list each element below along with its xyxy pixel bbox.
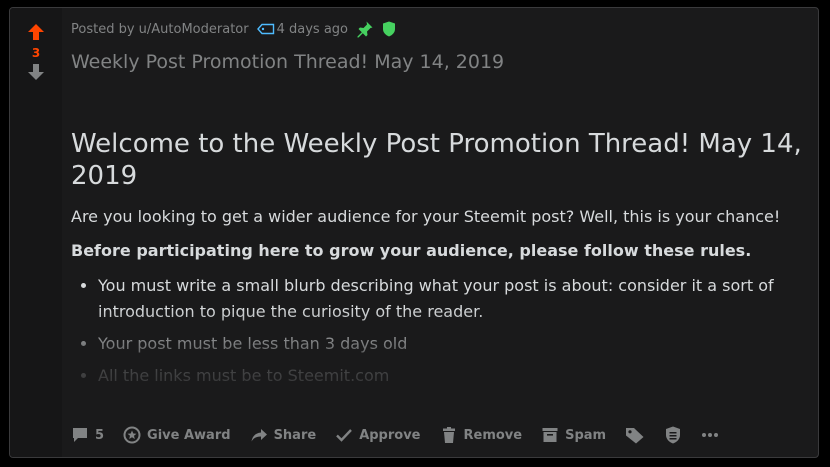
pin-icon <box>356 20 374 38</box>
rules-intro: Before participating here to grow your a… <box>71 241 752 260</box>
comments-count: 5 <box>95 427 105 443</box>
shield-list-icon <box>666 426 681 444</box>
mod-shield-icon <box>382 21 396 37</box>
post-title[interactable]: Weekly Post Promotion Thread! May 14, 20… <box>71 51 504 73</box>
spam-button[interactable]: Spam <box>541 426 606 444</box>
comments-button[interactable]: 5 <box>71 426 104 444</box>
vote-column: 3 <box>10 8 62 457</box>
approve-button[interactable]: Approve <box>335 426 421 444</box>
rule-item: All the links must be to Steemit.com <box>98 363 808 389</box>
action-bar: 5 Give Award Share Approve Remove Spam <box>71 426 738 444</box>
body-heading: Welcome to the Weekly Post Promotion Thr… <box>71 129 802 191</box>
comment-icon <box>73 428 87 442</box>
spam-label: Spam <box>565 427 607 443</box>
flair-button[interactable] <box>625 426 645 444</box>
post-main: Posted by u/AutoModerator 4 days ago Wee… <box>71 8 808 457</box>
more-options-button[interactable] <box>701 426 719 444</box>
flair-tag-icon[interactable] <box>256 23 275 35</box>
award-icon <box>123 426 141 444</box>
upvote-button[interactable] <box>26 22 46 42</box>
share-icon <box>251 429 267 442</box>
remove-button[interactable]: Remove <box>440 426 523 444</box>
mod-shield-button[interactable] <box>664 426 682 444</box>
downvote-arrow-icon <box>28 64 44 80</box>
approve-label: Approve <box>359 427 421 443</box>
rule-item: Your post must be less than 3 days old <box>98 331 808 357</box>
spam-icon <box>542 428 558 442</box>
tag-icon <box>626 428 644 444</box>
share-label: Share <box>273 427 317 443</box>
give-award-label: Give Award <box>147 427 231 443</box>
post-meta: Posted by u/AutoModerator 4 days ago <box>71 20 396 38</box>
downvote-button[interactable] <box>26 62 46 82</box>
remove-label: Remove <box>463 427 523 443</box>
give-award-button[interactable]: Give Award <box>123 426 231 444</box>
vote-count: 3 <box>31 46 41 60</box>
rule-item: You must write a small blurb describing … <box>98 273 808 325</box>
post-time: 4 days ago <box>276 21 348 37</box>
trash-icon <box>442 427 455 443</box>
rules-list: You must write a small blurb describing … <box>71 273 808 389</box>
post-card: 3 Posted by u/AutoModerator 4 days ago W… <box>9 7 819 458</box>
more-dots-icon <box>702 433 719 437</box>
upvote-arrow-icon <box>28 24 44 40</box>
checkmark-icon <box>336 429 353 442</box>
posted-by-link[interactable]: Posted by u/AutoModerator <box>71 22 249 37</box>
body-intro: Are you looking to get a wider audience … <box>71 207 781 226</box>
post-body: Welcome to the Weekly Post Promotion Thr… <box>71 128 808 418</box>
share-button[interactable]: Share <box>250 426 317 444</box>
